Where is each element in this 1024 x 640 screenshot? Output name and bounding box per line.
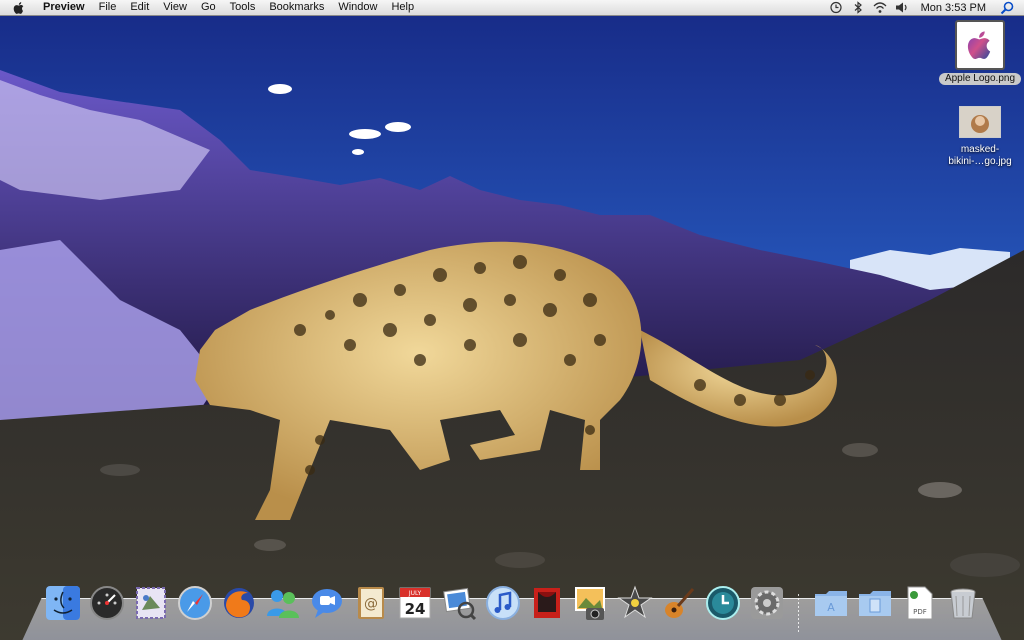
photo-booth-icon (534, 588, 560, 618)
dock-imovie[interactable] (616, 584, 654, 622)
imovie-star-icon (617, 585, 653, 619)
dock-finder[interactable] (44, 584, 82, 622)
snow-leopard-wallpaper (0, 0, 1024, 640)
dock-garageband[interactable] (660, 584, 698, 622)
menu-file[interactable]: File (92, 0, 124, 15)
preview-icon (443, 587, 477, 621)
desktop[interactable]: Preview File Edit View Go Tools Bookmark… (0, 0, 1024, 640)
dock-photo-booth[interactable] (528, 584, 566, 622)
dock-separator (798, 594, 799, 634)
dock-ical[interactable]: JULY 24 (396, 584, 434, 622)
dock-iphoto[interactable] (572, 584, 610, 622)
dock-itunes[interactable] (484, 584, 522, 622)
mail-icon (136, 587, 166, 619)
menu-go[interactable]: Go (194, 0, 223, 15)
dock-ichat[interactable] (308, 584, 346, 622)
dock-address-book[interactable]: @ (352, 584, 390, 622)
dock-system-preferences[interactable] (748, 584, 786, 622)
bluetooth-icon[interactable] (850, 1, 866, 14)
trash-icon (950, 588, 976, 619)
calendar-icon: JULY 24 (399, 587, 431, 619)
menu-tools[interactable]: Tools (223, 0, 263, 15)
dock-mail[interactable] (132, 584, 170, 622)
guitar-icon (665, 588, 695, 618)
image-file-icon[interactable] (955, 20, 1005, 70)
dock-firefox[interactable] (220, 584, 258, 622)
menubar-clock[interactable]: Mon 3:53 PM (921, 2, 986, 14)
dock-pdf-file[interactable]: PDF (900, 584, 938, 622)
firefox-icon (224, 588, 254, 618)
pdf-file-icon: PDF (907, 586, 933, 620)
desktop-file-masked-bikini[interactable]: masked- bikini-…go.jpg (935, 106, 1024, 168)
menu-help[interactable]: Help (384, 0, 421, 15)
time-machine-icon (706, 586, 740, 620)
menu-bookmarks[interactable]: Bookmarks (262, 0, 331, 15)
folder-icon: A (815, 591, 847, 616)
svg-text:JULY: JULY (408, 590, 422, 597)
folder-icon (859, 591, 891, 616)
menu-view[interactable]: View (156, 0, 194, 15)
address-book-icon: @ (358, 587, 384, 619)
desktop-file-label-line2: bikini-…go.jpg (948, 156, 1012, 167)
dock-ichat-people[interactable] (264, 584, 302, 622)
image-file-icon[interactable] (959, 106, 1001, 138)
menu-app-preview[interactable]: Preview (36, 0, 92, 15)
spotlight-search-icon[interactable] (1000, 1, 1014, 15)
volume-icon[interactable] (894, 1, 910, 14)
dock-applications-folder[interactable]: A (812, 584, 850, 622)
dock-dashboard[interactable] (88, 584, 126, 622)
dock-safari[interactable] (176, 584, 214, 622)
menu-edit[interactable]: Edit (123, 0, 156, 15)
people-icon (267, 590, 299, 618)
desktop-file-apple-logo[interactable]: Apple Logo.png (935, 20, 1024, 85)
time-machine-icon[interactable] (828, 1, 844, 14)
svg-text:A: A (827, 601, 835, 614)
itunes-icon (486, 586, 520, 620)
desktop-file-label: Apple Logo.png (938, 73, 1022, 85)
apple-logo-icon[interactable] (12, 1, 26, 15)
dashboard-icon (90, 586, 124, 620)
menu-window[interactable]: Window (331, 0, 384, 15)
dock-preview[interactable] (440, 584, 478, 622)
desktop-file-label-line1: masked- (960, 144, 1000, 155)
dock-trash[interactable] (944, 584, 982, 622)
menu-bar: Preview File Edit View Go Tools Bookmark… (0, 0, 1024, 16)
finder-icon (46, 586, 80, 620)
svg-text:PDF: PDF (913, 608, 927, 616)
dock-time-machine[interactable] (704, 584, 742, 622)
speech-bubble-icon (312, 589, 342, 618)
svg-text:24: 24 (405, 600, 426, 618)
wifi-icon[interactable] (872, 1, 888, 14)
dock-documents-folder[interactable] (856, 584, 894, 622)
svg-text:@: @ (364, 596, 378, 612)
dock: @ JULY 24 A PDF (0, 576, 1024, 640)
safari-compass-icon (178, 586, 212, 620)
system-preferences-gear-icon (751, 587, 783, 619)
iphoto-icon (575, 587, 605, 620)
